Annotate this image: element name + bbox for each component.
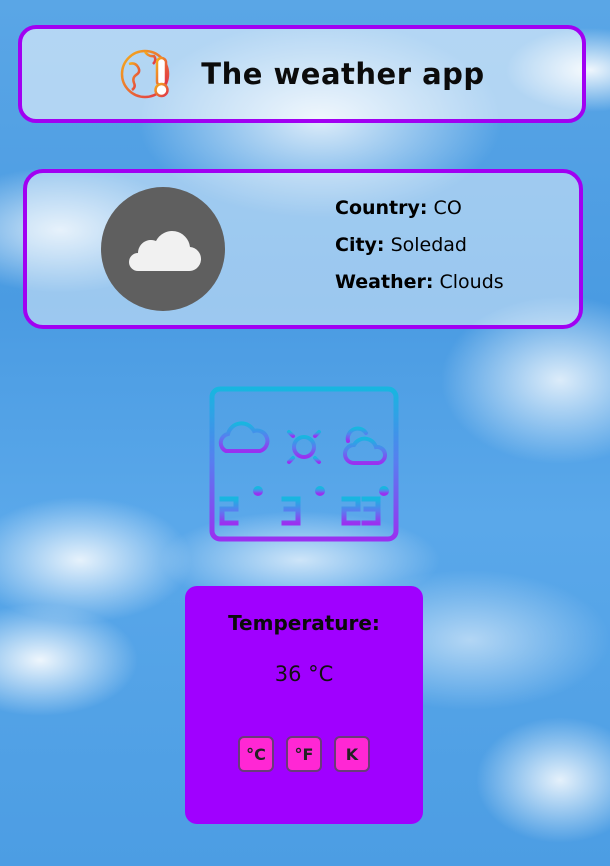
city-label: City: [335, 234, 385, 256]
sun-icon [280, 423, 328, 471]
temperature-label: Temperature: [228, 611, 380, 635]
country-value: CO [433, 197, 462, 219]
weather-condition-badge [101, 187, 225, 311]
app-title: The weather app [201, 57, 485, 91]
weather-calendar-icon [209, 386, 399, 542]
cloud-icon [129, 231, 202, 272]
fahrenheit-button[interactable]: °F [286, 736, 322, 772]
weather-details: Country: CO City: Soledad Weather: Cloud… [335, 195, 504, 306]
unit-buttons: °C °F K [185, 736, 423, 772]
weather-row: Weather: Clouds [335, 269, 504, 295]
location-weather-card: Country: CO City: Soledad Weather: Cloud… [23, 169, 583, 329]
country-label: Country: [335, 197, 428, 219]
temperature-value: 36 °C [274, 662, 334, 686]
weather-label: Weather: [335, 271, 434, 293]
kelvin-button[interactable]: K [334, 736, 370, 772]
city-value: Soledad [390, 234, 467, 256]
temperature-card: Temperature: 36 °C °C °F K [185, 586, 423, 824]
weather-value: Clouds [439, 271, 504, 293]
globe-thermometer-icon [121, 49, 175, 99]
city-row: City: Soledad [335, 232, 504, 258]
celsius-button[interactable]: °C [238, 736, 274, 772]
country-row: Country: CO [335, 195, 504, 221]
app-header: The weather app [18, 25, 586, 123]
partly-cloudy-icon [343, 426, 388, 465]
rain-cloud-icon [218, 421, 270, 473]
